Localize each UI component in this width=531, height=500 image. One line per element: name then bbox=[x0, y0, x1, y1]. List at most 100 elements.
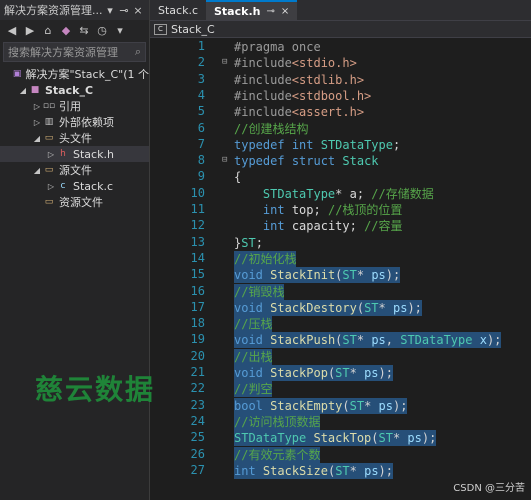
expand-icon[interactable]: ▷ bbox=[32, 102, 42, 111]
pin-icon[interactable]: ⊸ bbox=[117, 4, 131, 17]
tree-item[interactable]: ▷ c Stack.c bbox=[0, 178, 149, 194]
fold-icon[interactable]: ⊟ bbox=[222, 155, 232, 165]
switch-views-icon[interactable]: ⇆ bbox=[76, 24, 92, 37]
code-line[interactable]: //压栈 bbox=[234, 316, 273, 333]
line-number: 11 bbox=[190, 202, 205, 216]
code-line[interactable]: typedef int STDataType; bbox=[234, 137, 400, 153]
tree-item-label: 头文件 bbox=[59, 132, 92, 145]
tree-item-label: 外部依赖项 bbox=[59, 116, 114, 129]
references-icon: ▫▫ bbox=[42, 101, 56, 111]
line-number: 12 bbox=[190, 218, 205, 233]
code-line[interactable]: //初始化栈 bbox=[234, 250, 297, 267]
close-tab-icon[interactable]: × bbox=[281, 6, 289, 17]
tab-label: Stack.h bbox=[214, 4, 261, 18]
line-number: 5 bbox=[197, 104, 205, 119]
code-line[interactable]: //判空 bbox=[234, 381, 273, 398]
line-number: 20 bbox=[190, 348, 205, 363]
line-number: 17 bbox=[190, 299, 205, 314]
line-number: 10 bbox=[190, 185, 205, 200]
line-number: 16 bbox=[190, 283, 205, 298]
close-icon[interactable]: × bbox=[131, 4, 145, 17]
code-line[interactable]: void StackPop(ST* ps); bbox=[234, 365, 393, 381]
code-line[interactable]: int top; //栈顶的位置 bbox=[234, 202, 403, 218]
code-line[interactable]: int capacity; //容量 bbox=[234, 218, 403, 234]
expand-icon[interactable]: ◢ bbox=[32, 134, 42, 143]
code-line[interactable]: { bbox=[234, 169, 241, 185]
history-icon[interactable]: ◷ bbox=[94, 24, 110, 37]
settings-dropdown-icon[interactable]: ▾ bbox=[112, 24, 128, 37]
expand-icon[interactable]: ▷ bbox=[32, 118, 42, 127]
tab-stack-c[interactable]: Stack.c bbox=[150, 0, 206, 20]
code-area[interactable]: 1 #pragma once 2 ⊟ #include<stdio.h> 3 #includ… bbox=[150, 37, 531, 500]
code-line[interactable]: typedef struct Stack bbox=[234, 153, 379, 169]
tree-item[interactable]: ▭ 资源文件 bbox=[0, 194, 149, 210]
code-line[interactable]: void StackDestory(ST* ps); bbox=[234, 299, 422, 316]
tab-stack-h[interactable]: Stack.h ⊸ × bbox=[206, 0, 298, 20]
line-number: 8 bbox=[197, 153, 205, 168]
line-number: 4 bbox=[197, 87, 205, 102]
code-line[interactable]: //销毁栈 bbox=[234, 283, 285, 300]
solution-icon: ▣ bbox=[12, 69, 22, 79]
tree-item-label: Stack.h bbox=[73, 147, 114, 161]
c-file-icon: c bbox=[60, 181, 66, 191]
code-line[interactable]: int StackSize(ST* ps); bbox=[234, 462, 393, 479]
watermark-text: 慈云数据 bbox=[35, 373, 156, 406]
code-line[interactable]: void StackPush(ST* ps, STDataType x); bbox=[234, 332, 502, 349]
code-line[interactable]: STDataType* a; //存储数据 bbox=[234, 186, 434, 202]
line-number: 22 bbox=[190, 381, 205, 396]
code-line[interactable]: //有效元素个数 bbox=[234, 446, 321, 463]
editor-tabs: Stack.c Stack.h ⊸ × bbox=[150, 0, 531, 20]
vs-icon[interactable]: ◆ bbox=[58, 24, 74, 37]
line-number: 23 bbox=[190, 397, 205, 412]
expand-icon[interactable]: ◢ bbox=[18, 86, 28, 95]
expand-icon[interactable]: ◢ bbox=[32, 166, 42, 175]
dropdown-icon[interactable]: ▾ bbox=[103, 4, 117, 17]
navigation-bar[interactable]: C Stack_C bbox=[150, 20, 531, 38]
external-deps-icon: ▥ bbox=[44, 117, 54, 127]
line-number: 19 bbox=[190, 332, 205, 347]
solution-tree: ▣ 解决方案"Stack_C"(1 个 ◢ ■ Stack_C ▷ ▫▫ 引用 ▷ ▥ 外部依赖项 ◢… bbox=[0, 66, 149, 210]
code-line[interactable]: #include<assert.h> bbox=[234, 104, 364, 120]
expand-icon[interactable]: ▷ bbox=[46, 150, 56, 159]
line-number: 7 bbox=[197, 136, 205, 151]
tree-item[interactable]: ◢ ■ Stack_C bbox=[0, 82, 149, 98]
solution-search-input[interactable]: 搜索解决方案资源管理 ⌕ bbox=[3, 42, 146, 62]
code-line[interactable]: }ST; bbox=[234, 235, 263, 251]
code-line[interactable]: STDataType StackTop(ST* ps); bbox=[234, 430, 437, 447]
line-number: 15 bbox=[190, 267, 205, 282]
code-line[interactable]: //访问栈顶数据 bbox=[234, 413, 321, 430]
tree-item[interactable]: ▷ h Stack.h bbox=[0, 146, 149, 162]
code-line[interactable]: bool StackEmpty(ST* ps); bbox=[234, 397, 408, 414]
expand-icon[interactable]: ▷ bbox=[46, 182, 56, 191]
pin-tab-icon[interactable]: ⊸ bbox=[266, 6, 274, 17]
fold-icon[interactable]: ⊟ bbox=[222, 57, 232, 67]
code-line[interactable]: #include<stdlib.h> bbox=[234, 72, 364, 88]
forward-icon[interactable]: ▶ bbox=[22, 24, 38, 37]
home-icon[interactable]: ⌂ bbox=[40, 24, 56, 37]
code-line[interactable]: void StackInit(ST* ps); bbox=[234, 267, 401, 284]
tree-item[interactable]: ▷ ▥ 外部依赖项 bbox=[0, 114, 149, 130]
code-line[interactable]: #pragma once bbox=[234, 39, 321, 55]
back-icon[interactable]: ◀ bbox=[4, 24, 20, 37]
tree-item-label: Stack.c bbox=[73, 179, 113, 193]
code-line[interactable]: //创建栈结构 bbox=[234, 121, 308, 137]
tree-item-label: 资源文件 bbox=[59, 196, 103, 209]
line-number: 18 bbox=[190, 316, 205, 331]
tree-item[interactable]: ◢ ▭ 源文件 bbox=[0, 162, 149, 178]
tree-item-label: Stack_C bbox=[45, 83, 94, 97]
line-number: 2 bbox=[197, 55, 205, 70]
tab-label: Stack.c bbox=[158, 3, 198, 17]
solution-explorer-toolbar: ◀ ▶ ⌂ ◆ ⇆ ◷ ▾ bbox=[0, 20, 149, 40]
solution-explorer-titlebar: 解决方案资源管理... ▾ ⊸ × bbox=[0, 0, 149, 20]
solution-explorer-panel: 解决方案资源管理... ▾ ⊸ × ◀ ▶ ⌂ ◆ ⇆ ◷ ▾ 搜索解决方案资源… bbox=[0, 0, 150, 500]
code-line[interactable]: #include<stdio.h> bbox=[234, 55, 357, 71]
tree-item[interactable]: ◢ ▭ 头文件 bbox=[0, 130, 149, 146]
tree-item[interactable]: ▷ ▫▫ 引用 bbox=[0, 98, 149, 114]
tree-item[interactable]: ▣ 解决方案"Stack_C"(1 个 bbox=[0, 66, 149, 82]
code-line[interactable]: #include<stdbool.h> bbox=[234, 88, 371, 104]
search-icon[interactable]: ⌕ bbox=[135, 45, 141, 59]
code-line[interactable]: //出栈 bbox=[234, 348, 273, 365]
header-file-icon: h bbox=[60, 149, 66, 159]
tree-item-label: 引用 bbox=[59, 100, 81, 113]
folder-icon: ▭ bbox=[44, 197, 54, 207]
